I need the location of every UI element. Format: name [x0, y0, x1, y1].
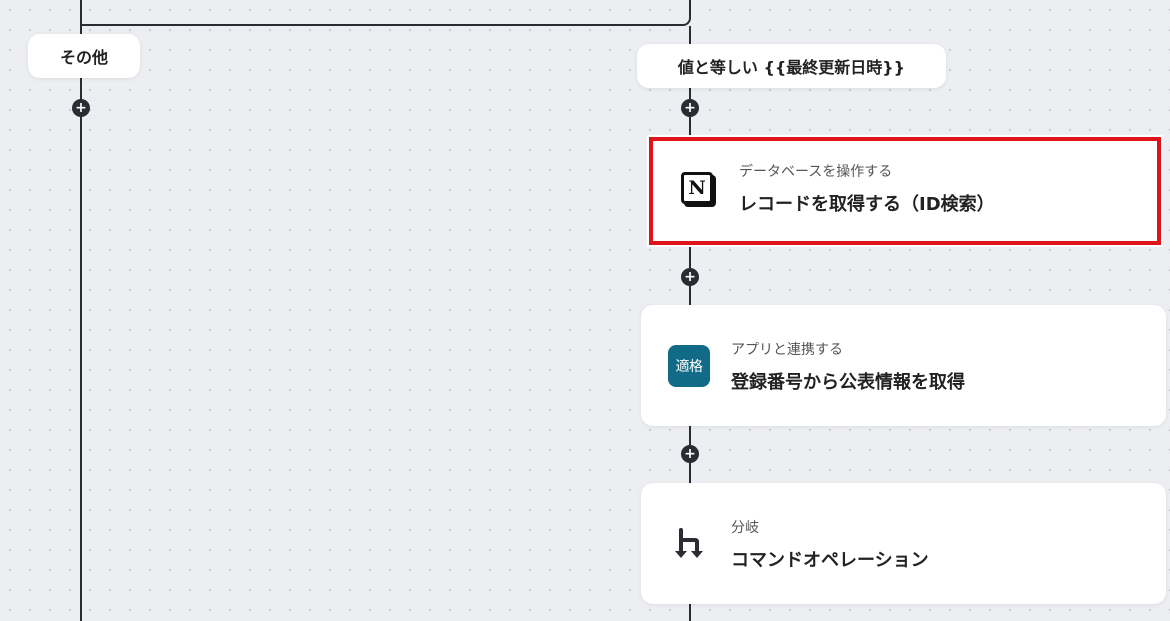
operation-card-get-record[interactable]: N データベースを操作する レコードを取得する（ID検索）	[649, 137, 1161, 245]
branch-label-other[interactable]: その他	[28, 34, 140, 78]
branch-label-equals-last-updated[interactable]: 値と等しい {{最終更新日時}}	[637, 44, 946, 88]
tekikaku-logo: 適格	[668, 345, 710, 387]
operation-title: コマンドオペレーション	[731, 550, 929, 571]
operation-type-label: アプリと連携する	[731, 342, 843, 358]
notion-logo: N	[681, 172, 713, 204]
operation-type-label: データベースを操作する	[739, 164, 893, 180]
notion-icon: N	[676, 167, 718, 209]
operation-title: 登録番号から公表情報を取得	[731, 372, 965, 393]
tekikaku-app-icon: 適格	[668, 345, 710, 387]
branch-icon	[668, 523, 710, 565]
add-step-button[interactable]: +	[72, 99, 90, 117]
operation-card-command-operation[interactable]: 分岐 コマンドオペレーション	[641, 483, 1166, 604]
operation-title: レコードを取得する（ID検索）	[739, 194, 995, 215]
add-step-button[interactable]: +	[681, 445, 699, 463]
branch-glyph	[675, 528, 703, 558]
left-connector-line	[80, 0, 82, 621]
branch-split-connector	[80, 0, 691, 26]
add-step-button[interactable]: +	[681, 268, 699, 286]
add-step-button[interactable]: +	[681, 99, 699, 117]
operation-type-label: 分岐	[731, 520, 759, 536]
operation-card-fetch-public-info[interactable]: 適格 アプリと連携する 登録番号から公表情報を取得	[641, 305, 1166, 426]
